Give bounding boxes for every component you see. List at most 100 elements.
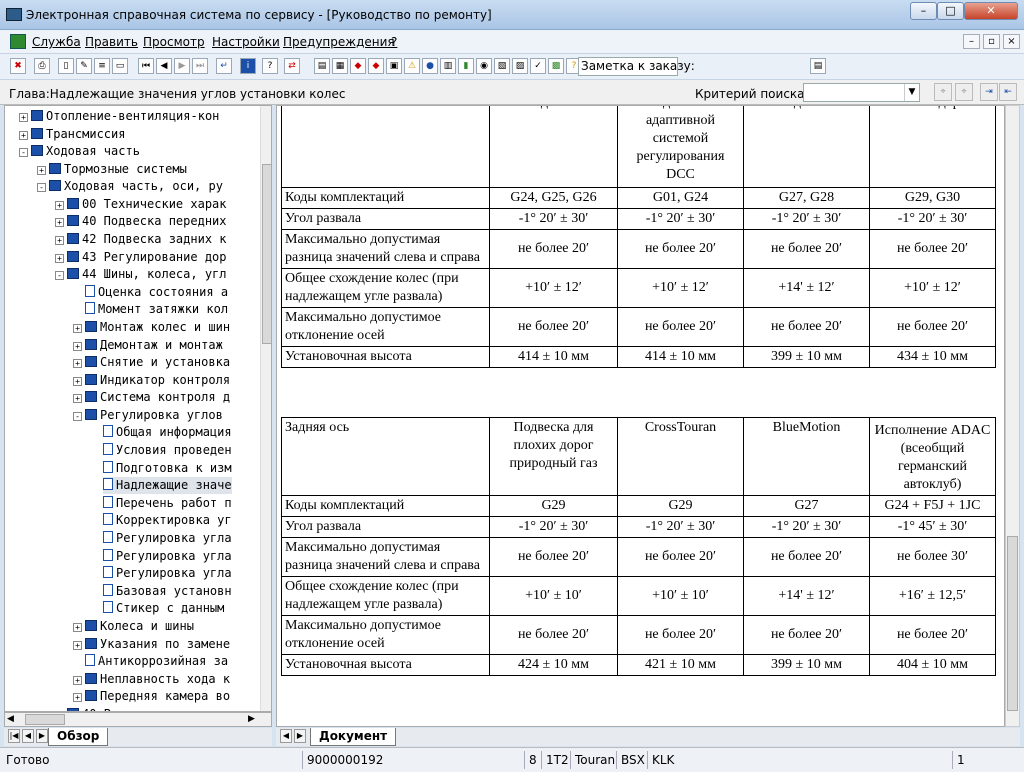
tree-item[interactable]: + Трансмиссия [19,126,125,143]
expand-icon[interactable]: + [19,131,28,140]
collapse-icon[interactable]: - [73,412,82,421]
info-icon[interactable]: i [240,58,256,74]
tool8-icon[interactable]: ◉ [476,58,492,74]
expand-icon[interactable]: + [73,693,82,702]
minimize-button[interactable]: – [910,2,937,20]
tool7-icon[interactable]: ▮ [458,58,474,74]
menu-service[interactable]: Служба [32,35,81,49]
tree-item[interactable]: Момент затяжки кол [85,301,228,318]
tool2-icon[interactable]: ▦ [332,58,348,74]
tree-item[interactable]: - Ходовая часть [19,143,140,160]
expand-icon[interactable]: + [73,394,82,403]
criteria-button-2[interactable]: ⌖ [955,83,973,101]
doc-tab-prev-icon[interactable]: ◀ [280,729,292,743]
tree-item[interactable]: - Ходовая часть, оси, ру [37,178,223,195]
tool11-icon[interactable]: ▩ [548,58,564,74]
checklist-icon[interactable]: ✓ [530,58,546,74]
print-icon[interactable]: ⎙ [34,58,50,74]
tree-item[interactable]: +43 Регулирование дор [55,249,227,266]
globe-icon[interactable]: ● [422,58,438,74]
expand-icon[interactable]: + [55,254,64,263]
note-edit-icon[interactable]: ▤ [810,58,826,74]
expand-icon[interactable]: + [37,166,46,175]
next-icon[interactable]: ▶ [174,58,190,74]
tree-vertical-scrollbar[interactable] [260,106,271,711]
tree-item[interactable]: +40 Подвеска передних [55,213,227,230]
collapse-icon[interactable]: ⇥ [980,83,998,101]
tab-next-icon[interactable]: ▶ [36,729,48,743]
mdi-minimize-button[interactable]: – [963,34,980,49]
menu-edit[interactable]: Править [85,35,138,49]
tool3-icon[interactable]: ◆ [350,58,366,74]
tree-item[interactable]: Регулировка угла [103,530,232,547]
tree-item[interactable]: Перечень работ п [103,495,232,512]
document-vertical-scrollbar[interactable] [1005,105,1020,727]
question-icon[interactable]: ? [262,58,278,74]
tree-item[interactable]: + Система контроля д [73,389,230,406]
tool1-icon[interactable]: ▤ [314,58,330,74]
edit-doc-icon[interactable]: ✎ [76,58,92,74]
tree-item[interactable]: + Отопление-вентиляция-кон [19,108,219,125]
tab-overview[interactable]: Обзор [48,728,109,746]
tree-item[interactable]: + Снятие и установка [73,354,230,371]
mdi-close-button[interactable]: × [1003,34,1020,49]
menu-warnings[interactable]: Предупреждения [283,35,395,49]
tree-item[interactable]: Регулировка угла [103,565,232,582]
expand-icon[interactable]: + [73,359,82,368]
tool5-icon[interactable]: ▣ [386,58,402,74]
expand-icon[interactable]: + [73,623,82,632]
tree-item[interactable]: - Регулировка углов [73,407,223,424]
swap-icon[interactable]: ⇄ [284,58,300,74]
order-note-label[interactable]: Заметка к заказу: [578,57,695,76]
menu-view[interactable]: Просмотр [143,35,205,49]
collapse-icon[interactable]: - [55,271,64,280]
tree-item[interactable]: Антикоррозийная за [85,653,228,670]
first-icon[interactable]: ⏮ [138,58,154,74]
tree-item[interactable]: +42 Подвеска задних к [55,231,227,248]
tree-item[interactable]: + Неплавность хода к [73,671,230,688]
tab-document[interactable]: Документ [310,728,397,746]
criteria-button-1[interactable]: ⌖ [934,83,952,101]
tool10-icon[interactable]: ▨ [512,58,528,74]
menu-settings[interactable]: Настройки [212,35,280,49]
tool9-icon[interactable]: ▧ [494,58,510,74]
mdi-restore-button[interactable]: ▫ [983,34,1000,49]
tree-item[interactable]: Надлежащие значе [103,477,232,494]
tree-item[interactable]: Корректировка уг [103,512,232,529]
expand-icon[interactable]: ⇤ [999,83,1017,101]
chevron-down-icon[interactable]: ▼ [904,84,919,101]
warning-icon[interactable]: ⚠ [404,58,420,74]
tree-item[interactable]: + Указания по замене [73,636,230,653]
tree-item[interactable]: +00 Технические харак [55,196,227,213]
tree-item[interactable]: + Тормозные системы [37,161,187,178]
expand-icon[interactable]: + [73,342,82,351]
exit-icon[interactable]: ✖ [10,58,26,74]
doc-tab-next-icon[interactable]: ▶ [294,729,306,743]
tree-item[interactable]: + Индикатор контроля [73,372,230,389]
tab-first-icon[interactable]: |◀ [8,729,20,743]
last-icon[interactable]: ⏭ [192,58,208,74]
expand-icon[interactable]: + [55,201,64,210]
back-icon[interactable]: ↵ [216,58,232,74]
prev-icon[interactable]: ◀ [156,58,172,74]
new-doc-icon[interactable]: ▯ [58,58,74,74]
tree-item[interactable]: + Монтаж колес и шин [73,319,230,336]
tree-item[interactable]: Оценка состояния а [85,284,228,301]
doc-list-icon[interactable]: ≡ [94,58,110,74]
tree-item[interactable]: Подготовка к изм [103,460,232,477]
collapse-icon[interactable]: - [37,183,46,192]
expand-icon[interactable]: + [19,113,28,122]
search-criteria-select[interactable]: ▼ [803,83,920,102]
expand-icon[interactable]: + [55,236,64,245]
expand-icon[interactable]: + [73,641,82,650]
expand-icon[interactable]: + [73,676,82,685]
tree-item[interactable]: Регулировка угла [103,548,232,565]
expand-icon[interactable]: + [73,377,82,386]
expand-icon[interactable]: + [55,218,64,227]
tab-prev-icon[interactable]: ◀ [22,729,34,743]
tree-item[interactable]: Условия проведен [103,442,232,459]
menu-help[interactable]: ? [391,35,397,49]
tree-item[interactable]: + Колеса и шины [73,618,194,635]
tree-item[interactable]: Общая информация [103,424,232,441]
tool4-icon[interactable]: ◆ [368,58,384,74]
